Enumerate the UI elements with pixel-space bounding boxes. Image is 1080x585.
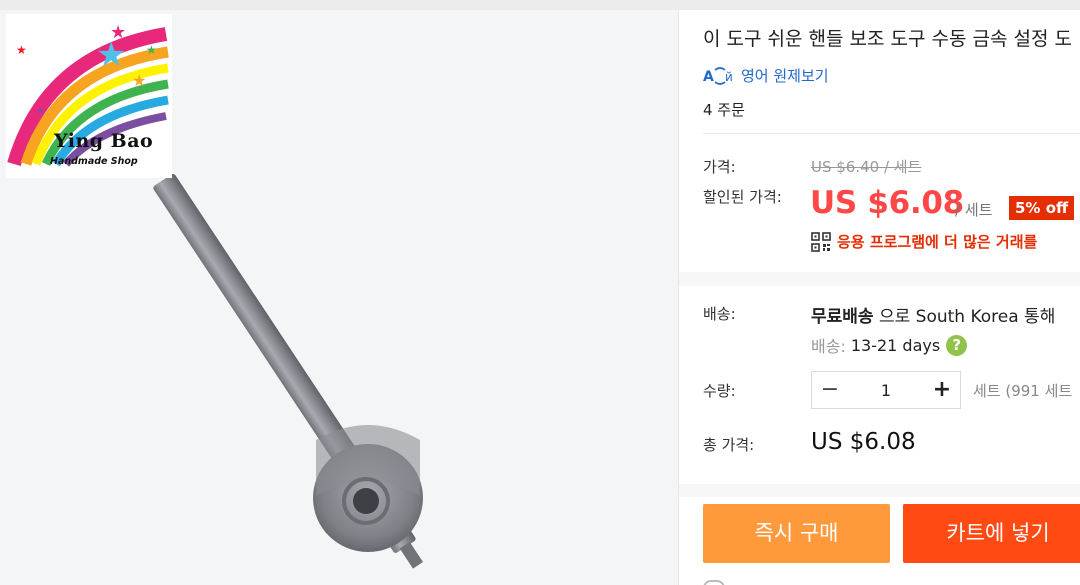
svg-text:★: ★ <box>146 43 157 57</box>
price-unit: / 세트 <box>955 201 993 219</box>
rainbow-stars-icon: ★ ★ ★ ★ ★ ★ <box>7 22 169 167</box>
svg-text:★: ★ <box>132 71 146 90</box>
section-divider <box>679 272 1080 286</box>
qr-code-icon <box>811 231 831 252</box>
quantity-input[interactable]: 1 <box>848 381 924 400</box>
store-logo: ★ ★ ★ ★ ★ ★ Ying Bao Handmade Shop <box>6 14 172 178</box>
svg-text:★: ★ <box>110 22 126 43</box>
buy-now-button[interactable]: 즉시 구매 <box>703 504 890 563</box>
shipping-days-label: 배송: <box>811 337 846 356</box>
svg-text:A: A <box>703 69 714 85</box>
sale-price: US $6.08 <box>810 185 964 221</box>
store-logo-brand: Ying Bao <box>54 130 154 152</box>
help-icon[interactable]: ? <box>946 334 968 356</box>
original-price: US $6.40 / 세트 <box>811 158 922 176</box>
product-image-panel[interactable]: ★ ★ ★ ★ ★ ★ Ying Bao Handmade Shop <box>0 10 678 585</box>
translate-link[interactable]: 영어 원제보기 <box>741 65 829 86</box>
app-deal-text[interactable]: 응용 프로그램에 더 많은 거래를 <box>837 231 1037 252</box>
product-title: 이 도구 쉬운 핸들 보조 도구 수동 금속 설정 도 <box>703 28 1072 50</box>
quantity-label: 수량: <box>703 382 736 400</box>
shipping-days-row: 배송: 13-21 days ? <box>811 333 968 357</box>
store-logo-subtitle: Handmade Shop <box>50 156 138 167</box>
divider <box>703 133 1080 134</box>
section-divider <box>679 484 1080 497</box>
quantity-decrease-button[interactable]: − <box>812 372 848 408</box>
discount-price-label: 할인된 가격: <box>703 188 782 206</box>
order-count: 4 주문 <box>703 101 745 119</box>
quantity-stepper[interactable]: − 1 + <box>811 371 961 409</box>
stock-available: 세트 (991 세트 <box>973 382 1073 400</box>
app-deal-row[interactable]: 응용 프로그램에 더 많은 거래를 <box>811 231 1037 252</box>
discount-badge: 5% off <box>1009 196 1075 220</box>
price-label: 가격: <box>703 158 736 176</box>
wishlist-icon[interactable] <box>703 580 725 585</box>
total-price: US $6.08 <box>811 429 916 455</box>
svg-text:й: й <box>725 70 733 84</box>
svg-text:★: ★ <box>16 43 27 57</box>
translate-icon[interactable]: A й <box>703 66 737 86</box>
shipping-method: 무료배송 <box>811 307 874 327</box>
total-price-label: 총 가격: <box>703 436 755 454</box>
shipping-destination[interactable]: 으로 South Korea 통해 <box>879 307 1055 327</box>
shipping-info[interactable]: 무료배송 으로 South Korea 통해 <box>811 302 1055 327</box>
svg-text:★: ★ <box>36 106 45 117</box>
add-to-cart-button[interactable]: 카트에 넣기 <box>903 504 1080 563</box>
top-bar <box>0 0 1080 10</box>
quantity-increase-button[interactable]: + <box>924 372 960 408</box>
product-info-panel: 이 도구 쉬운 핸들 보조 도구 수동 금속 설정 도 A й 영어 원제보기 … <box>679 10 1080 585</box>
shipping-label: 배송: <box>703 305 736 323</box>
translate-row[interactable]: A й 영어 원제보기 <box>703 65 829 86</box>
shipping-days: 13-21 days <box>850 335 941 355</box>
